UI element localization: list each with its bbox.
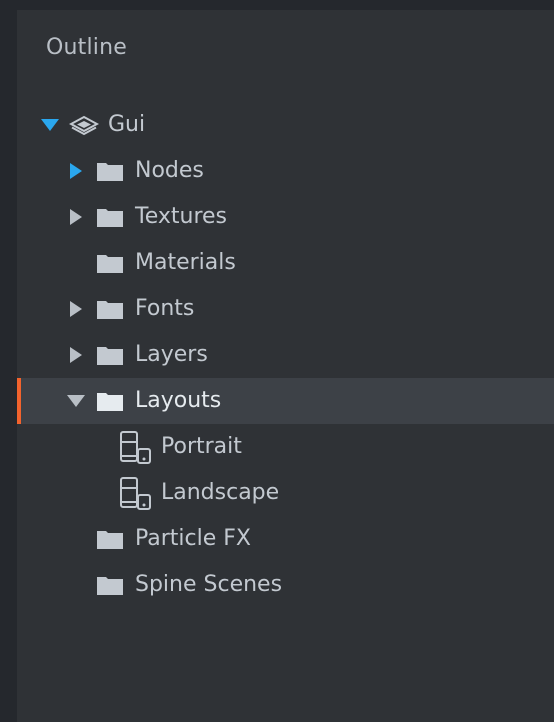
tree-item-label: Textures <box>135 204 227 229</box>
tree-item-layers[interactable]: Layers <box>17 332 554 378</box>
tree-item-label: Fonts <box>135 296 195 321</box>
folder-icon <box>97 562 123 608</box>
outline-panel: Outline Gui Nodes Textures Materials Fon… <box>17 10 554 722</box>
folder-icon <box>97 332 123 378</box>
tree-item-materials[interactable]: Materials <box>17 240 554 286</box>
expand-toggle-nodes[interactable] <box>68 148 84 194</box>
chevron-right-icon <box>70 163 82 179</box>
tree-item-layouts[interactable]: Layouts <box>17 378 554 424</box>
expand-toggle-gui[interactable] <box>41 102 59 148</box>
tree-item-fonts[interactable]: Fonts <box>17 286 554 332</box>
tree-item-label: Gui <box>108 112 146 137</box>
device-layout-icon <box>119 424 153 470</box>
tree-item-portrait[interactable]: Portrait <box>17 424 554 470</box>
expand-toggle-layers[interactable] <box>68 332 84 378</box>
chevron-right-icon <box>70 347 82 363</box>
tree-item-label: Materials <box>135 250 236 275</box>
folder-icon <box>97 194 123 240</box>
tree-item-label: Landscape <box>161 480 280 505</box>
tree-item-label: Spine Scenes <box>135 572 283 597</box>
tree-item-spine-scenes[interactable]: Spine Scenes <box>17 562 554 608</box>
folder-icon <box>97 516 123 562</box>
panel-title: Outline <box>46 35 127 60</box>
folder-icon <box>97 148 123 194</box>
expand-toggle-fonts[interactable] <box>68 286 84 332</box>
top-edge <box>0 0 554 10</box>
tree-item-gui[interactable]: Gui <box>17 102 554 148</box>
tree-item-label: Particle FX <box>135 526 252 551</box>
tree-item-label: Portrait <box>161 434 242 459</box>
device-layout-icon <box>119 470 153 516</box>
left-edge <box>0 0 17 722</box>
tree-item-nodes[interactable]: Nodes <box>17 148 554 194</box>
chevron-down-icon <box>67 395 85 407</box>
tree-item-label: Nodes <box>135 158 204 183</box>
tree-item-label: Layers <box>135 342 208 367</box>
outline-tree: Gui Nodes Textures Materials Fonts Layer… <box>17 102 554 608</box>
gui-layers-icon <box>69 102 99 148</box>
tree-item-landscape[interactable]: Landscape <box>17 470 554 516</box>
folder-icon <box>97 378 123 424</box>
tree-item-textures[interactable]: Textures <box>17 194 554 240</box>
chevron-right-icon <box>70 301 82 317</box>
folder-icon <box>97 286 123 332</box>
chevron-right-icon <box>70 209 82 225</box>
chevron-down-icon <box>41 119 59 131</box>
expand-toggle-textures[interactable] <box>68 194 84 240</box>
expand-toggle-layouts[interactable] <box>67 378 85 424</box>
tree-item-particle-fx[interactable]: Particle FX <box>17 516 554 562</box>
tree-item-label: Layouts <box>135 388 222 413</box>
folder-icon <box>97 240 123 286</box>
